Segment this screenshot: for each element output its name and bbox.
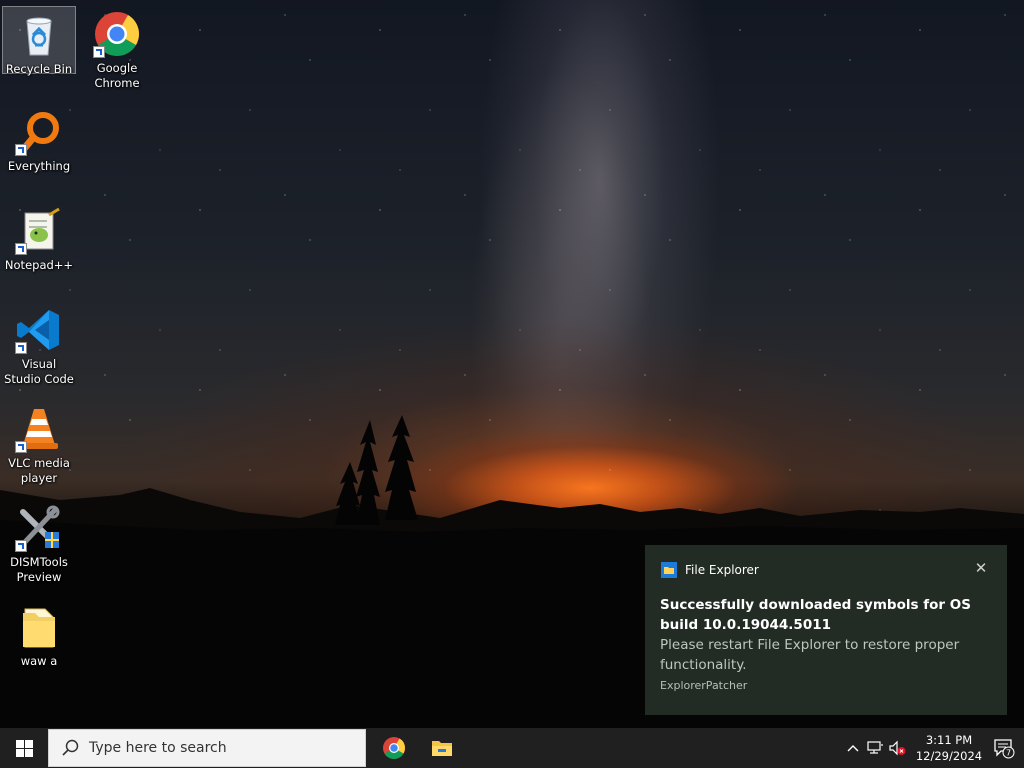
search-icon [62, 739, 79, 756]
windows-logo-icon [15, 739, 33, 757]
toast-attribution: ExplorerPatcher [660, 679, 748, 692]
shortcut-arrow-icon [15, 441, 27, 453]
desktop-icon-recycle-bin[interactable]: Recycle Bin [2, 6, 76, 76]
shortcut-arrow-icon [15, 342, 27, 354]
desktop-icon-label: Google Chrome [94, 61, 140, 90]
desktop-icon-label: Visual Studio Code [4, 357, 74, 386]
search-placeholder: Type here to search [89, 740, 227, 756]
desktop-icon-visual-studio-code[interactable]: Visual Studio Code [2, 302, 76, 387]
close-icon[interactable]: ✕ [973, 560, 989, 576]
start-button[interactable] [0, 728, 48, 768]
desktop-icon-label: waw a [20, 654, 58, 668]
desktop-icon-everything[interactable]: Everything [2, 104, 76, 174]
vscode-icon [15, 306, 63, 354]
desktop-icon-label: Recycle Bin [5, 62, 73, 76]
network-icon[interactable] [864, 728, 886, 768]
desktop-icon-google-chrome[interactable]: Google Chrome [80, 6, 154, 91]
toast-app-header: File Explorer [661, 562, 759, 578]
notification-icon: 7 [994, 739, 1015, 759]
chrome-icon [93, 10, 141, 58]
desktop-icon-label: DISMTools Preview [10, 555, 68, 584]
toast-title: Successfully downloaded symbols for OS b… [660, 597, 971, 633]
shortcut-arrow-icon [15, 540, 27, 552]
desktop-icon-label: Everything [7, 159, 71, 173]
file-explorer-icon [661, 562, 677, 578]
taskbar-app-chrome[interactable] [370, 728, 418, 768]
desktop-icon-dismtools-preview[interactable]: DISMTools Preview [2, 500, 76, 585]
taskbar-search-box[interactable]: Type here to search [48, 729, 366, 767]
volume-muted-icon[interactable] [886, 728, 908, 768]
chevron-up-icon[interactable] [842, 728, 864, 768]
shortcut-arrow-icon [15, 243, 27, 255]
shortcut-arrow-icon [93, 46, 105, 58]
notepad-plus-plus-icon [15, 207, 63, 255]
clock-date: 12/29/2024 [915, 749, 983, 763]
vlc-icon [15, 405, 63, 453]
chrome-icon [383, 737, 405, 759]
taskbar-clock[interactable]: 3:11 PM 12/29/2024 [914, 732, 984, 764]
everything-search-icon [15, 108, 63, 156]
toast-body: Please restart File Explorer to restore … [660, 637, 960, 673]
folder-icon [15, 603, 63, 651]
notification-count: 7 [1006, 749, 1011, 758]
shortcut-arrow-icon [15, 144, 27, 156]
desktop-icon-label: Notepad++ [4, 258, 74, 272]
recycle-bin-icon [15, 11, 63, 59]
clock-time: 3:11 PM [925, 733, 973, 747]
desktop: Recycle Bin Google Chrome Everything Not… [0, 0, 1024, 728]
taskbar-app-file-explorer[interactable] [418, 728, 466, 768]
toast-app-name: File Explorer [685, 563, 759, 577]
system-tray: 3:11 PM 12/29/2024 7 [842, 728, 1024, 768]
desktop-icon-notepad-plus-plus[interactable]: Notepad++ [2, 203, 76, 273]
file-explorer-icon [432, 741, 452, 756]
desktop-icon-folder-waw-a[interactable]: waw a [2, 599, 76, 669]
dismtools-icon [15, 504, 63, 552]
action-center-button[interactable]: 7 [984, 728, 1024, 768]
desktop-icon-vlc-media-player[interactable]: VLC media player [2, 401, 76, 486]
taskbar: Type here to search 3:11 PM 12/29/2024 7 [0, 728, 1024, 768]
toast-notification[interactable]: File Explorer ✕ Successfully downloaded … [645, 545, 1007, 715]
desktop-icon-label: VLC media player [8, 456, 70, 485]
